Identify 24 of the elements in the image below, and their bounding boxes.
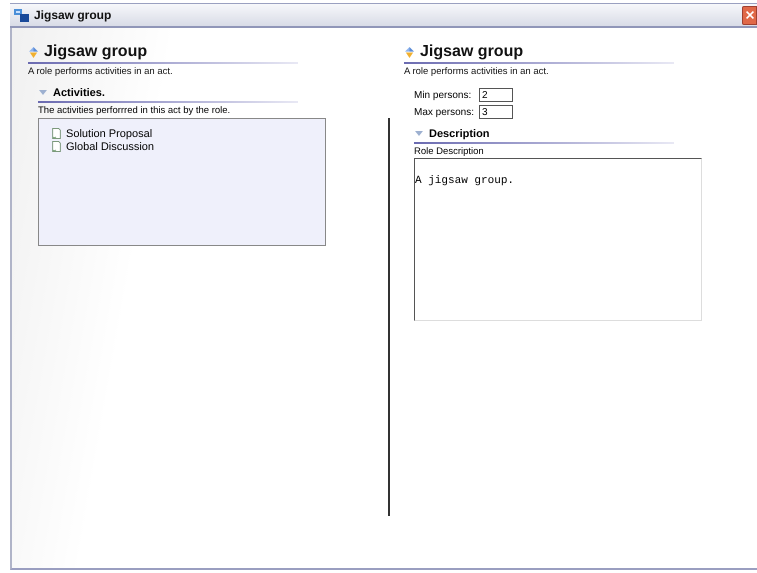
- field-label: Min persons:: [414, 90, 472, 100]
- list-item[interactable]: Solution Proposal: [66, 128, 152, 140]
- panel-subtitle: A role performs activities in an act.: [404, 66, 550, 77]
- window-icon: [14, 8, 29, 22]
- close-button[interactable]: [742, 6, 757, 24]
- document-icon: [51, 127, 62, 140]
- list-item[interactable]: Global Discussion: [66, 140, 154, 152]
- field-label: Role Description: [414, 146, 485, 157]
- field-label: Max persons:: [414, 106, 476, 118]
- activities-list[interactable]: Solution Proposal Global Discussion: [38, 118, 326, 246]
- section-title[interactable]: Activities.: [53, 87, 105, 99]
- description-text-area[interactable]: A jigsaw group.: [414, 158, 702, 321]
- close-icon: [744, 9, 756, 21]
- window-title: Jigsaw group: [34, 8, 112, 22]
- panel-title: Jigsaw group: [44, 43, 148, 61]
- role-icon: [404, 46, 415, 58]
- section-title[interactable]: Description: [429, 128, 490, 140]
- input-field[interactable]: 2: [479, 88, 513, 102]
- panel-title: Jigsaw group: [420, 43, 524, 61]
- panel-subtitle: A role performs activities in an act.: [28, 66, 174, 77]
- document-icon: [51, 140, 62, 153]
- input-field[interactable]: 3: [479, 105, 513, 119]
- section-description: The activities perforrred in this act by the role.: [38, 105, 232, 116]
- role-icon: [28, 46, 39, 58]
